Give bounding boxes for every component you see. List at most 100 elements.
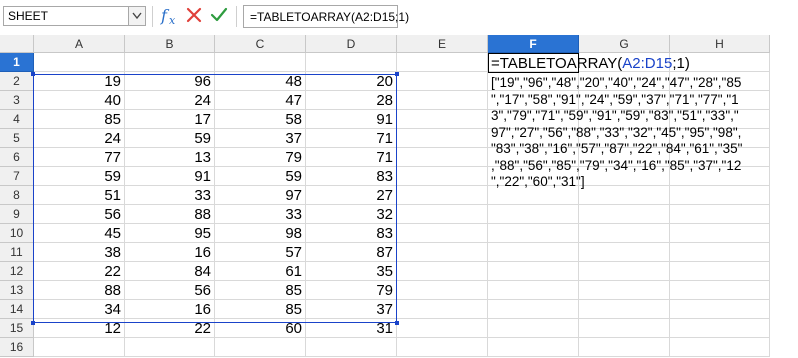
cell-b14[interactable]: 16 bbox=[125, 300, 215, 319]
cell-d10[interactable]: 83 bbox=[306, 224, 397, 243]
cell-a3[interactable]: 40 bbox=[34, 91, 125, 110]
row-header-6[interactable]: 6 bbox=[0, 148, 34, 167]
row-header-12[interactable]: 12 bbox=[0, 262, 34, 281]
cell-e2[interactable] bbox=[397, 72, 488, 91]
cell-c12[interactable]: 61 bbox=[215, 262, 306, 281]
cell-g16[interactable] bbox=[579, 338, 670, 357]
cell-h9[interactable] bbox=[670, 205, 770, 224]
cell-b2[interactable]: 96 bbox=[125, 72, 215, 91]
cell-e13[interactable] bbox=[397, 281, 488, 300]
cell-d1[interactable] bbox=[306, 53, 397, 72]
cell-a12[interactable]: 22 bbox=[34, 262, 125, 281]
cell-f13[interactable] bbox=[488, 281, 579, 300]
cell-b11[interactable]: 16 bbox=[125, 243, 215, 262]
cell-f10[interactable] bbox=[488, 224, 579, 243]
cell-f9[interactable] bbox=[488, 205, 579, 224]
formula-input[interactable]: =TABLETOARRAY(A2:D15;1) bbox=[243, 5, 409, 28]
select-all-corner[interactable] bbox=[0, 35, 34, 53]
accept-icon[interactable] bbox=[210, 6, 228, 24]
spreadsheet-grid[interactable]: A B C D E F G H 1 2 19 96 48 20 3 40 24 47 28 4 85 17 58 91 5 24 5… bbox=[0, 35, 798, 358]
cell-f15[interactable] bbox=[488, 319, 579, 338]
cell-a11[interactable]: 38 bbox=[34, 243, 125, 262]
cell-g14[interactable] bbox=[579, 300, 670, 319]
row-header-7[interactable]: 7 bbox=[0, 167, 34, 186]
cell-h15[interactable] bbox=[670, 319, 770, 338]
cell-a15[interactable]: 12 bbox=[34, 319, 125, 338]
cell-e16[interactable] bbox=[397, 338, 488, 357]
cell-a10[interactable]: 45 bbox=[34, 224, 125, 243]
row-header-4[interactable]: 4 bbox=[0, 110, 34, 129]
cell-c2[interactable]: 48 bbox=[215, 72, 306, 91]
cell-e6[interactable] bbox=[397, 148, 488, 167]
cell-d13[interactable]: 79 bbox=[306, 281, 397, 300]
cell-e1[interactable] bbox=[397, 53, 488, 72]
cell-d6[interactable]: 71 bbox=[306, 148, 397, 167]
cell-g9[interactable] bbox=[579, 205, 670, 224]
cell-d8[interactable]: 27 bbox=[306, 186, 397, 205]
cell-e8[interactable] bbox=[397, 186, 488, 205]
cell-a16[interactable] bbox=[34, 338, 125, 357]
row-header-11[interactable]: 11 bbox=[0, 243, 34, 262]
row-header-8[interactable]: 8 bbox=[0, 186, 34, 205]
range-resize-handle[interactable] bbox=[395, 321, 399, 325]
range-resize-handle[interactable] bbox=[31, 321, 35, 325]
cell-c13[interactable]: 85 bbox=[215, 281, 306, 300]
cell-b10[interactable]: 95 bbox=[125, 224, 215, 243]
cell-b1[interactable] bbox=[125, 53, 215, 72]
cell-a13[interactable]: 88 bbox=[34, 281, 125, 300]
cell-e12[interactable] bbox=[397, 262, 488, 281]
cell-a7[interactable]: 59 bbox=[34, 167, 125, 186]
cell-d14[interactable]: 37 bbox=[306, 300, 397, 319]
column-header-f[interactable]: F bbox=[488, 35, 579, 53]
range-resize-handle[interactable] bbox=[395, 72, 399, 76]
cell-b12[interactable]: 84 bbox=[125, 262, 215, 281]
cell-b5[interactable]: 59 bbox=[125, 129, 215, 148]
cell-h14[interactable] bbox=[670, 300, 770, 319]
row-header-16[interactable]: 16 bbox=[0, 338, 34, 357]
cell-e11[interactable] bbox=[397, 243, 488, 262]
cell-g15[interactable] bbox=[579, 319, 670, 338]
cell-a8[interactable]: 51 bbox=[34, 186, 125, 205]
column-header-b[interactable]: B bbox=[125, 35, 215, 53]
cell-g12[interactable] bbox=[579, 262, 670, 281]
cell-d12[interactable]: 35 bbox=[306, 262, 397, 281]
cell-d11[interactable]: 87 bbox=[306, 243, 397, 262]
cell-f14[interactable] bbox=[488, 300, 579, 319]
cell-a4[interactable]: 85 bbox=[34, 110, 125, 129]
cell-c10[interactable]: 98 bbox=[215, 224, 306, 243]
cell-b4[interactable]: 17 bbox=[125, 110, 215, 129]
row-header-5[interactable]: 5 bbox=[0, 129, 34, 148]
column-header-c[interactable]: C bbox=[215, 35, 306, 53]
cell-d7[interactable]: 83 bbox=[306, 167, 397, 186]
cell-b9[interactable]: 88 bbox=[125, 205, 215, 224]
cell-b3[interactable]: 24 bbox=[125, 91, 215, 110]
cell-e15[interactable] bbox=[397, 319, 488, 338]
cell-c4[interactable]: 58 bbox=[215, 110, 306, 129]
cell-b15[interactable]: 22 bbox=[125, 319, 215, 338]
cell-d16[interactable] bbox=[306, 338, 397, 357]
cell-a2[interactable]: 19 bbox=[34, 72, 125, 91]
cell-d4[interactable]: 91 bbox=[306, 110, 397, 129]
name-box-value[interactable]: SHEET bbox=[8, 9, 48, 23]
cell-d2[interactable]: 20 bbox=[306, 72, 397, 91]
range-resize-handle[interactable] bbox=[31, 72, 35, 76]
cell-d15[interactable]: 31 bbox=[306, 319, 397, 338]
cell-e9[interactable] bbox=[397, 205, 488, 224]
cell-e14[interactable] bbox=[397, 300, 488, 319]
cell-h12[interactable] bbox=[670, 262, 770, 281]
cell-a1[interactable] bbox=[34, 53, 125, 72]
cell-g13[interactable] bbox=[579, 281, 670, 300]
row-header-14[interactable]: 14 bbox=[0, 300, 34, 319]
cell-f11[interactable] bbox=[488, 243, 579, 262]
cell-a6[interactable]: 77 bbox=[34, 148, 125, 167]
cell-f12[interactable] bbox=[488, 262, 579, 281]
cell-b8[interactable]: 33 bbox=[125, 186, 215, 205]
column-header-d[interactable]: D bbox=[306, 35, 397, 53]
cell-c14[interactable]: 85 bbox=[215, 300, 306, 319]
cell-f16[interactable] bbox=[488, 338, 579, 357]
name-box[interactable]: SHEET bbox=[3, 6, 146, 26]
cell-c16[interactable] bbox=[215, 338, 306, 357]
cell-d9[interactable]: 32 bbox=[306, 205, 397, 224]
cell-c9[interactable]: 33 bbox=[215, 205, 306, 224]
function-wizard-icon[interactable]: f x bbox=[160, 5, 180, 27]
